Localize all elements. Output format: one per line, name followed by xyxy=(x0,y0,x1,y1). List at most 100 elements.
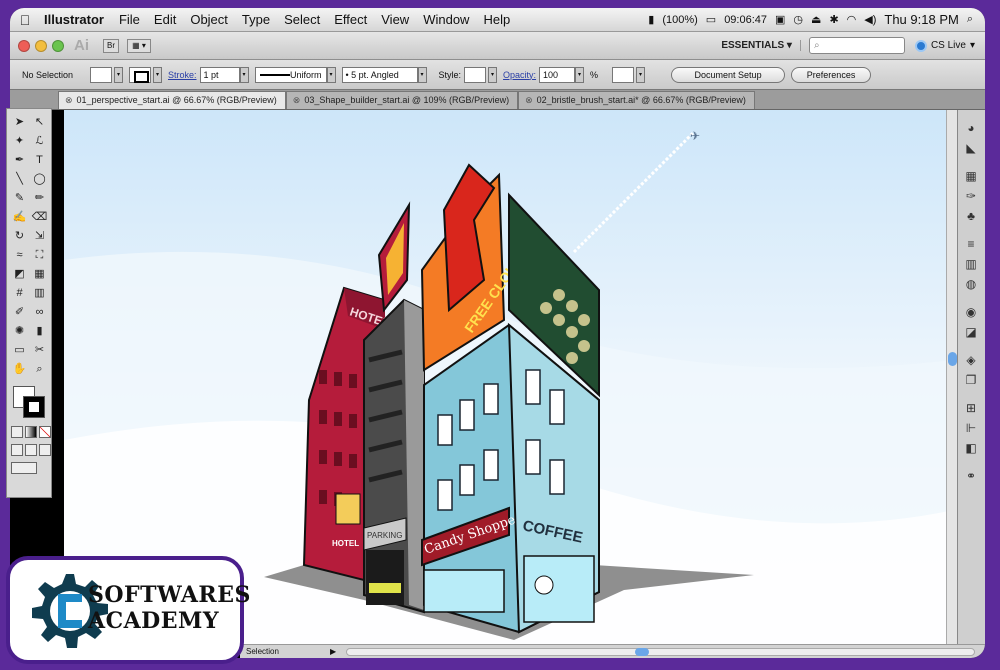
symbol-sprayer-icon[interactable]: ✺ xyxy=(10,322,29,340)
fill-dropdown[interactable]: ▾ xyxy=(114,66,123,83)
eraser-icon[interactable]: ⌫ xyxy=(30,208,49,226)
workspace-switcher[interactable]: ESSENTIALS ▾ xyxy=(713,40,801,51)
bluetooth-icon[interactable]: ✱ xyxy=(829,13,838,26)
links-panel-icon[interactable]: ⚭ xyxy=(958,466,984,486)
clock[interactable]: Thu 9:18 PM xyxy=(884,12,958,27)
transparency-panel-icon[interactable]: ◍ xyxy=(958,274,984,294)
app-menu[interactable]: Illustrator xyxy=(40,12,112,27)
zoom-window-icon[interactable] xyxy=(52,39,64,52)
direct-selection-tool-icon[interactable]: ↖ xyxy=(30,113,49,131)
recolor-artwork-icon[interactable] xyxy=(612,66,635,83)
scale-icon[interactable]: ⇲ xyxy=(30,227,49,245)
menu-view[interactable]: View xyxy=(374,12,416,27)
arrange-documents-button[interactable]: ▦ ▾ xyxy=(127,38,151,53)
draw-behind-icon[interactable] xyxy=(25,444,37,456)
preferences-button[interactable]: Preferences xyxy=(791,66,872,83)
menu-effect[interactable]: Effect xyxy=(327,12,374,27)
eyedropper-icon[interactable]: ✐ xyxy=(10,303,29,321)
transform-panel-icon[interactable]: ⊞ xyxy=(958,398,984,418)
minimize-window-icon[interactable] xyxy=(35,39,47,52)
tab-bristle-brush[interactable]: ⊗ 02_bristle_brush_start.ai* @ 66.67% (RG… xyxy=(518,91,755,109)
fill-swatch[interactable] xyxy=(90,66,112,83)
timer-label[interactable]: 09:06:47 xyxy=(724,14,767,26)
profile-dropdown[interactable]: ▾ xyxy=(326,66,336,83)
screen-mode-icon[interactable] xyxy=(11,462,37,474)
close-tab-icon[interactable]: ⊗ xyxy=(525,92,533,109)
close-tab-icon[interactable]: ⊗ xyxy=(65,92,73,109)
screen-icon[interactable]: ▣ xyxy=(775,13,785,26)
gradient-mode-icon[interactable] xyxy=(25,426,37,438)
spotlight-icon[interactable]: ⌕ xyxy=(967,13,973,26)
time-machine-icon[interactable]: ◷ xyxy=(793,13,803,26)
current-tool-status[interactable]: Selection xyxy=(240,647,330,656)
color-mode-icon[interactable] xyxy=(11,426,23,438)
pencil-icon[interactable]: ✏ xyxy=(30,189,49,207)
rotate-icon[interactable]: ↻ xyxy=(10,227,29,245)
shape-builder-icon[interactable]: ◩ xyxy=(10,265,29,283)
apple-menu-icon[interactable]:  xyxy=(10,12,40,28)
tab-shape-builder[interactable]: ⊗ 03_Shape_builder_start.ai @ 109% (RGB/P… xyxy=(285,91,519,109)
pathfinder-panel-icon[interactable]: ◧ xyxy=(958,438,984,458)
gradient-icon[interactable]: ▥ xyxy=(30,284,49,302)
close-tab-icon[interactable]: ⊗ xyxy=(293,92,301,109)
stroke-panel-icon[interactable]: ≡ xyxy=(958,234,984,254)
recolor-dropdown[interactable]: ▾ xyxy=(636,66,646,83)
graphic-style-swatch[interactable] xyxy=(464,66,487,83)
color-guide-icon[interactable]: ◣ xyxy=(958,138,984,158)
help-search-input[interactable]: ⌕ xyxy=(808,37,905,54)
graphic-styles-icon[interactable]: ◪ xyxy=(958,322,984,342)
artboards-panel-icon[interactable]: ❐ xyxy=(958,370,984,390)
style-dropdown[interactable]: ▾ xyxy=(488,66,498,83)
layers-panel-icon[interactable]: ◈ xyxy=(958,350,984,370)
horizontal-scrollbar[interactable] xyxy=(346,647,975,656)
lasso-icon[interactable]: ℒ xyxy=(30,132,49,150)
appearance-panel-icon[interactable]: ◉ xyxy=(958,302,984,322)
type-tool-icon[interactable]: T xyxy=(30,151,49,169)
document-setup-button[interactable]: Document Setup xyxy=(671,66,786,83)
stroke-dropdown[interactable]: ▾ xyxy=(153,66,162,83)
menu-select[interactable]: Select xyxy=(277,12,327,27)
battery-icon[interactable]: ▮ xyxy=(648,13,654,26)
menu-object[interactable]: Object xyxy=(183,12,235,27)
magic-wand-icon[interactable]: ✦ xyxy=(10,132,29,150)
pen-tool-icon[interactable]: ✒ xyxy=(10,151,29,169)
symbols-panel-icon[interactable]: ♣ xyxy=(958,206,984,226)
volume-icon[interactable]: ◀) xyxy=(864,13,876,26)
selection-tool-icon[interactable]: ➤ xyxy=(10,113,29,131)
hand-icon[interactable]: ✋ xyxy=(10,360,29,378)
draw-normal-icon[interactable] xyxy=(11,444,23,456)
menu-type[interactable]: Type xyxy=(235,12,277,27)
draw-inside-icon[interactable] xyxy=(39,444,51,456)
mesh-icon[interactable]: # xyxy=(10,284,29,302)
close-window-icon[interactable] xyxy=(18,39,30,52)
menu-window[interactable]: Window xyxy=(416,12,476,27)
ellipse-tool-icon[interactable]: ◯ xyxy=(30,170,49,188)
align-panel-icon[interactable]: ⊩ xyxy=(958,418,984,438)
variable-width-profile[interactable]: Uniform xyxy=(254,66,327,83)
fill-stroke-selector[interactable] xyxy=(13,386,47,420)
tab-perspective[interactable]: ⊗ 01_perspective_start.ai @ 66.67% (RGB/P… xyxy=(58,91,286,109)
brush-definition[interactable]: • 5 pt. Angled xyxy=(341,66,418,83)
brush-dropdown[interactable]: ▾ xyxy=(417,66,427,83)
opacity-field[interactable]: 100 xyxy=(539,66,576,83)
scroll-thumb[interactable] xyxy=(948,352,957,366)
menu-file[interactable]: File xyxy=(112,12,147,27)
stroke-weight-dropdown[interactable]: ▾ xyxy=(239,66,249,83)
cs-live-button[interactable]: CS Live ▾ xyxy=(914,39,975,52)
none-mode-icon[interactable] xyxy=(39,426,51,438)
wifi-icon[interactable]: ◠ xyxy=(847,13,857,26)
width-tool-icon[interactable]: ≈ xyxy=(10,246,29,264)
free-transform-icon[interactable]: ⛶ xyxy=(30,246,49,264)
perspective-grid-icon[interactable]: ▦ xyxy=(30,265,49,283)
stroke-swatch[interactable] xyxy=(129,66,151,83)
swatches-panel-icon[interactable]: ▦ xyxy=(958,166,984,186)
line-tool-icon[interactable]: ╲ xyxy=(10,170,29,188)
eject-icon[interactable]: ⏏ xyxy=(811,13,821,26)
bridge-button[interactable]: Br xyxy=(103,38,119,53)
stroke-label[interactable]: Stroke: xyxy=(168,70,197,80)
graph-icon[interactable]: ▮ xyxy=(30,322,49,340)
brushes-panel-icon[interactable]: ✑ xyxy=(958,186,984,206)
zoom-icon[interactable]: ⌕ xyxy=(30,360,49,378)
menu-edit[interactable]: Edit xyxy=(147,12,183,27)
artboard-icon[interactable]: ▭ xyxy=(10,341,29,359)
